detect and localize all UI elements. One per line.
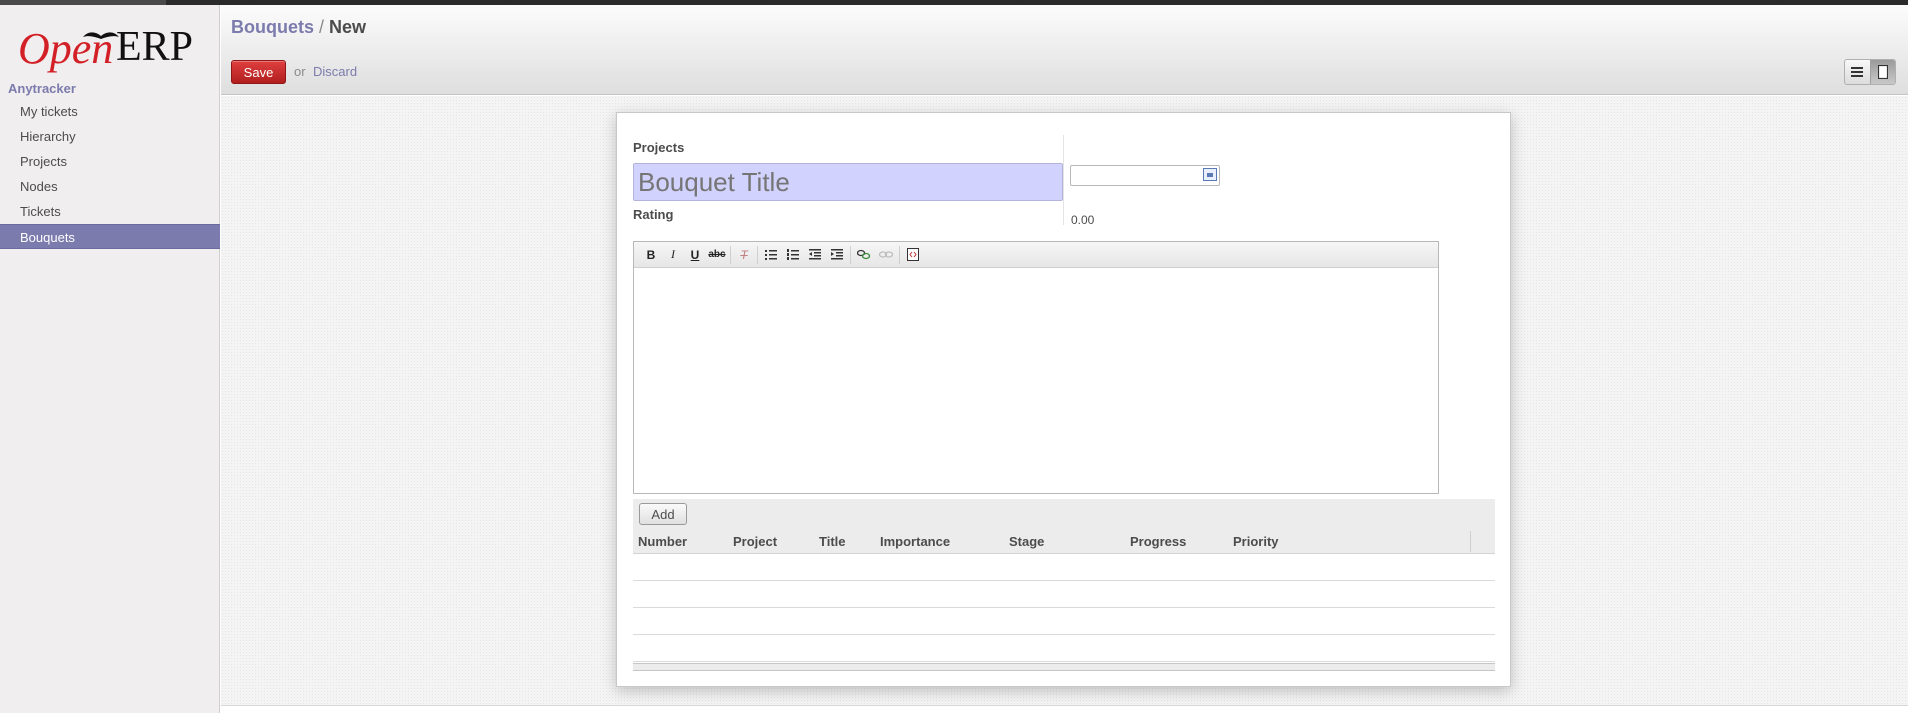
sidebar-item-bouquets[interactable]: Bouquets <box>0 224 220 249</box>
column-header-priority[interactable]: Priority <box>1233 534 1279 549</box>
tickets-toolbar: Add <box>633 499 1495 529</box>
toolbar-separator <box>757 245 758 264</box>
form-view-icon <box>1877 65 1888 79</box>
toolbar-separator <box>899 245 900 264</box>
table-row <box>633 554 1495 581</box>
breadcrumb-bouquets-link[interactable]: Bouquets <box>231 17 314 37</box>
editor-toolbar: B I U abc T <box>634 242 1438 268</box>
toolbar-separator <box>850 245 851 264</box>
toolbar-separator <box>730 245 731 264</box>
calendar-icon[interactable] <box>1203 168 1217 181</box>
link-icon[interactable] <box>853 245 875 265</box>
column-header-project[interactable]: Project <box>733 534 777 549</box>
sidebar-item-projects[interactable]: Projects <box>0 149 220 174</box>
main-bottom-strip <box>221 705 1908 713</box>
numbered-list-icon[interactable] <box>782 245 804 265</box>
bouquet-title-input[interactable] <box>633 163 1063 201</box>
sidebar-item-hierarchy[interactable]: Hierarchy <box>0 124 220 149</box>
logo-erp-text: ERP <box>116 24 194 70</box>
breadcrumb-separator: / <box>314 17 330 37</box>
tickets-table: Number Project Title Importance Stage Pr… <box>633 529 1495 671</box>
source-icon[interactable] <box>902 245 924 265</box>
column-header-title[interactable]: Title <box>819 534 846 549</box>
indent-icon[interactable] <box>826 245 848 265</box>
view-switcher <box>1844 59 1896 85</box>
sidebar-item-my-tickets[interactable]: My tickets <box>0 99 220 124</box>
column-header-stage[interactable]: Stage <box>1009 534 1044 549</box>
sidebar-item-tickets[interactable]: Tickets <box>0 199 220 224</box>
table-header: Number Project Title Importance Stage Pr… <box>633 529 1495 554</box>
column-header-importance[interactable]: Importance <box>880 534 950 549</box>
rating-value: 0.00 <box>1071 213 1095 227</box>
date-field[interactable] <box>1070 165 1220 186</box>
header-divider <box>1470 531 1471 552</box>
rating-label: Rating <box>633 207 674 222</box>
sidebar-section-title: Anytracker <box>8 81 76 96</box>
table-row <box>633 635 1495 662</box>
save-button[interactable]: Save <box>231 60 286 84</box>
strikethrough-icon[interactable]: abc <box>706 245 728 265</box>
main-content: Projects Rating 0.00 B I U abc T <box>221 96 1908 705</box>
bold-icon[interactable]: B <box>640 245 662 265</box>
or-text: or <box>294 64 306 79</box>
breadcrumb-current: New <box>329 17 367 37</box>
breadcrumb: Bouquets / New <box>231 17 366 38</box>
add-ticket-button[interactable]: Add <box>639 503 687 525</box>
column-header-progress[interactable]: Progress <box>1130 534 1186 549</box>
discard-link[interactable]: Discard <box>313 64 357 79</box>
form-sheet: Projects Rating 0.00 B I U abc T <box>616 112 1511 687</box>
projects-label: Projects <box>633 140 685 155</box>
column-divider <box>1063 135 1064 225</box>
mustache-icon <box>83 32 119 39</box>
table-row <box>633 581 1495 608</box>
sidebar-item-nodes[interactable]: Nodes <box>0 174 220 199</box>
list-view-button[interactable] <box>1845 60 1870 84</box>
editor-text-area[interactable] <box>634 268 1438 493</box>
remove-format-icon[interactable]: T <box>733 245 755 265</box>
sidebar: Open ERP Anytracker My tickets Hierarchy… <box>0 5 220 713</box>
list-view-icon <box>1851 67 1864 77</box>
italic-icon[interactable]: I <box>662 245 684 265</box>
openerp-logo[interactable]: Open ERP <box>18 19 203 75</box>
form-view-button[interactable] <box>1869 60 1895 84</box>
column-header-number[interactable]: Number <box>638 534 687 549</box>
unlink-icon[interactable] <box>875 245 897 265</box>
table-footer <box>633 663 1495 671</box>
underline-icon[interactable]: U <box>684 245 706 265</box>
description-editor: B I U abc T <box>633 241 1439 494</box>
sidebar-menu: My tickets Hierarchy Projects Nodes Tick… <box>0 99 220 249</box>
table-row <box>633 608 1495 635</box>
outdent-icon[interactable] <box>804 245 826 265</box>
bullet-list-icon[interactable] <box>760 245 782 265</box>
page-header: Bouquets / New Save or Discard <box>221 5 1908 95</box>
